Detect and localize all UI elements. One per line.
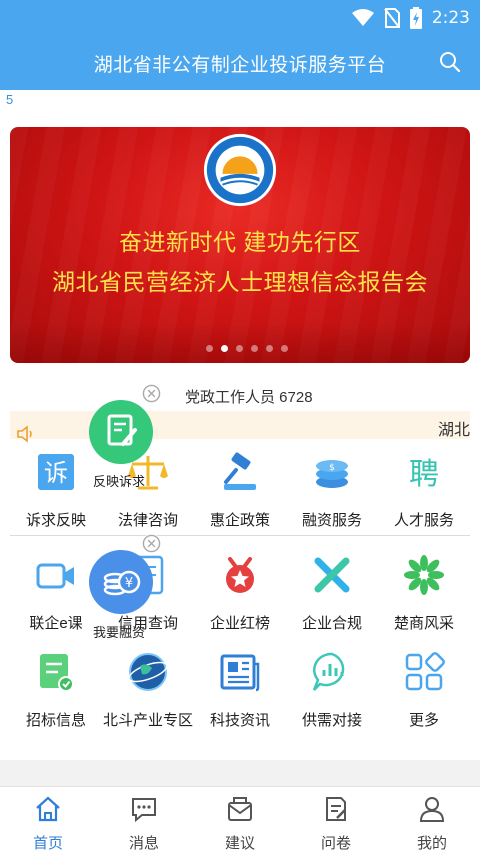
tab-label: 我的 [416, 835, 447, 852]
svg-text:诉: 诉 [44, 459, 68, 487]
carousel-dot[interactable] [251, 345, 258, 352]
star-badge-icon [226, 557, 254, 593]
no-sim-icon [384, 8, 400, 28]
grid-label: 法律咨询 [117, 512, 178, 529]
grid-label: 更多 [408, 712, 439, 729]
grid-label: 融资服务 [301, 512, 362, 529]
tab-label: 问卷 [320, 835, 351, 852]
carousel-dot-active[interactable] [221, 345, 228, 352]
tab-profile[interactable]: 我的 [384, 795, 480, 853]
page-title: 湖北省非公有制企业投诉服务平台 [93, 55, 387, 76]
section-separator [0, 760, 480, 786]
complaint-float-label[interactable]: 反映诉求 [93, 471, 145, 490]
grid-label: 企业红榜 [209, 615, 270, 632]
carousel-dot[interactable] [281, 345, 288, 352]
carousel-dot[interactable] [266, 345, 273, 352]
status-bar: 2:23 [0, 0, 480, 36]
news-icon [220, 654, 260, 692]
svg-text:¥: ¥ [125, 576, 133, 591]
emblem-icon [203, 133, 277, 207]
grid-label: 联企e课 [29, 615, 83, 632]
complaint-float-button[interactable] [89, 400, 153, 464]
grid-item-supply-demand[interactable]: 供需对接 [284, 650, 380, 730]
bid-doc-icon [40, 654, 74, 692]
svg-text:聘: 聘 [409, 457, 439, 492]
grid-label: 招标信息 [25, 712, 86, 729]
grid-item-honor[interactable]: 企业红榜 [192, 553, 288, 633]
tab-messages[interactable]: 消息 [96, 795, 192, 853]
banner-headline: 奋进新时代 建功先行区 [119, 229, 361, 255]
grid-item-compliance[interactable]: 企业合规 [284, 553, 380, 633]
search-icon[interactable] [438, 50, 462, 74]
grid-item-finance[interactable]: $ 融资服务 [284, 450, 380, 530]
grid-label: 供需对接 [301, 712, 362, 729]
grid-item-talent[interactable]: 聘 人才服务 [376, 450, 472, 530]
survey-icon [326, 797, 346, 821]
grid-label: 人才服务 [393, 512, 454, 529]
grid-item-policy[interactable]: 惠企政策 [192, 450, 288, 530]
divider [10, 535, 470, 536]
grid-label: 楚商风采 [393, 615, 454, 632]
carousel-indicator [206, 345, 288, 352]
svg-text:$: $ [329, 463, 335, 473]
notice-bar[interactable]: 湖北 [10, 411, 470, 439]
financing-float-button[interactable]: ¥ [89, 550, 153, 614]
chat-chart-icon [312, 652, 345, 691]
grid-item-beidou[interactable]: 北斗产业专区 [100, 650, 196, 730]
gavel-icon [224, 452, 256, 490]
staff-count-row: 党政工作人员 6728 [0, 380, 480, 408]
tab-label: 首页 [32, 835, 63, 852]
edit-note-icon [107, 414, 137, 446]
coin-stack-icon: ¥ [103, 570, 141, 596]
grid-label: 诉求反映 [25, 512, 86, 529]
grid-label: 惠企政策 [209, 512, 270, 529]
speaker-icon [17, 425, 32, 443]
bottom-tab-bar: 首页 消息 建议 问卷 我的 [0, 786, 480, 853]
tools-cross-icon [314, 557, 350, 593]
tab-home[interactable]: 首页 [0, 795, 96, 853]
tab-suggestions[interactable]: 建议 [192, 795, 288, 853]
app-bar: 湖北省非公有制企业投诉服务平台 [0, 36, 480, 90]
grid-item-bidding[interactable]: 招标信息 [8, 650, 104, 730]
video-camera-icon [36, 563, 74, 589]
financing-float-label[interactable]: 我要融资 [93, 622, 145, 641]
globe-icon [128, 653, 168, 691]
banner-carousel[interactable]: 奋进新时代 建功先行区 湖北省民营经济人士理想信念报告会 [10, 127, 470, 363]
recruit-icon: 聘 [409, 457, 439, 492]
grid-label: 科技资讯 [209, 712, 270, 729]
tab-label: 建议 [224, 835, 255, 852]
battery-charging-icon [409, 7, 422, 29]
home-icon [36, 796, 60, 822]
staff-count-text: 党政工作人员 6728 [185, 389, 313, 406]
scrolling-ticker: 5 [0, 90, 480, 114]
wifi-icon [351, 9, 374, 26]
notice-text: 湖北 [437, 422, 470, 439]
carousel-dot[interactable] [206, 345, 213, 352]
grid-label: 北斗产业专区 [102, 712, 193, 729]
apps-grid-icon [405, 652, 445, 691]
ticker-text: 5 [6, 92, 14, 107]
flower-icon [404, 555, 444, 595]
banner-subheadline: 湖北省民营经济人士理想信念报告会 [52, 269, 428, 295]
tab-label: 消息 [128, 835, 159, 852]
grid-label: 企业合规 [301, 615, 362, 632]
carousel-dot[interactable] [236, 345, 243, 352]
tab-survey[interactable]: 问卷 [288, 795, 384, 853]
message-icon [132, 798, 156, 823]
complaint-icon: 诉 [38, 454, 74, 490]
grid-item-tech-news[interactable]: 科技资讯 [192, 650, 288, 730]
coins-icon: $ [316, 460, 348, 488]
banner-shade [10, 323, 470, 363]
mail-icon [228, 797, 252, 821]
grid-item-chu-merchants[interactable]: 楚商风采 [376, 553, 472, 633]
clock: 2:23 [431, 8, 470, 28]
grid-item-more[interactable]: 更多 [376, 650, 472, 730]
user-icon [419, 797, 445, 822]
